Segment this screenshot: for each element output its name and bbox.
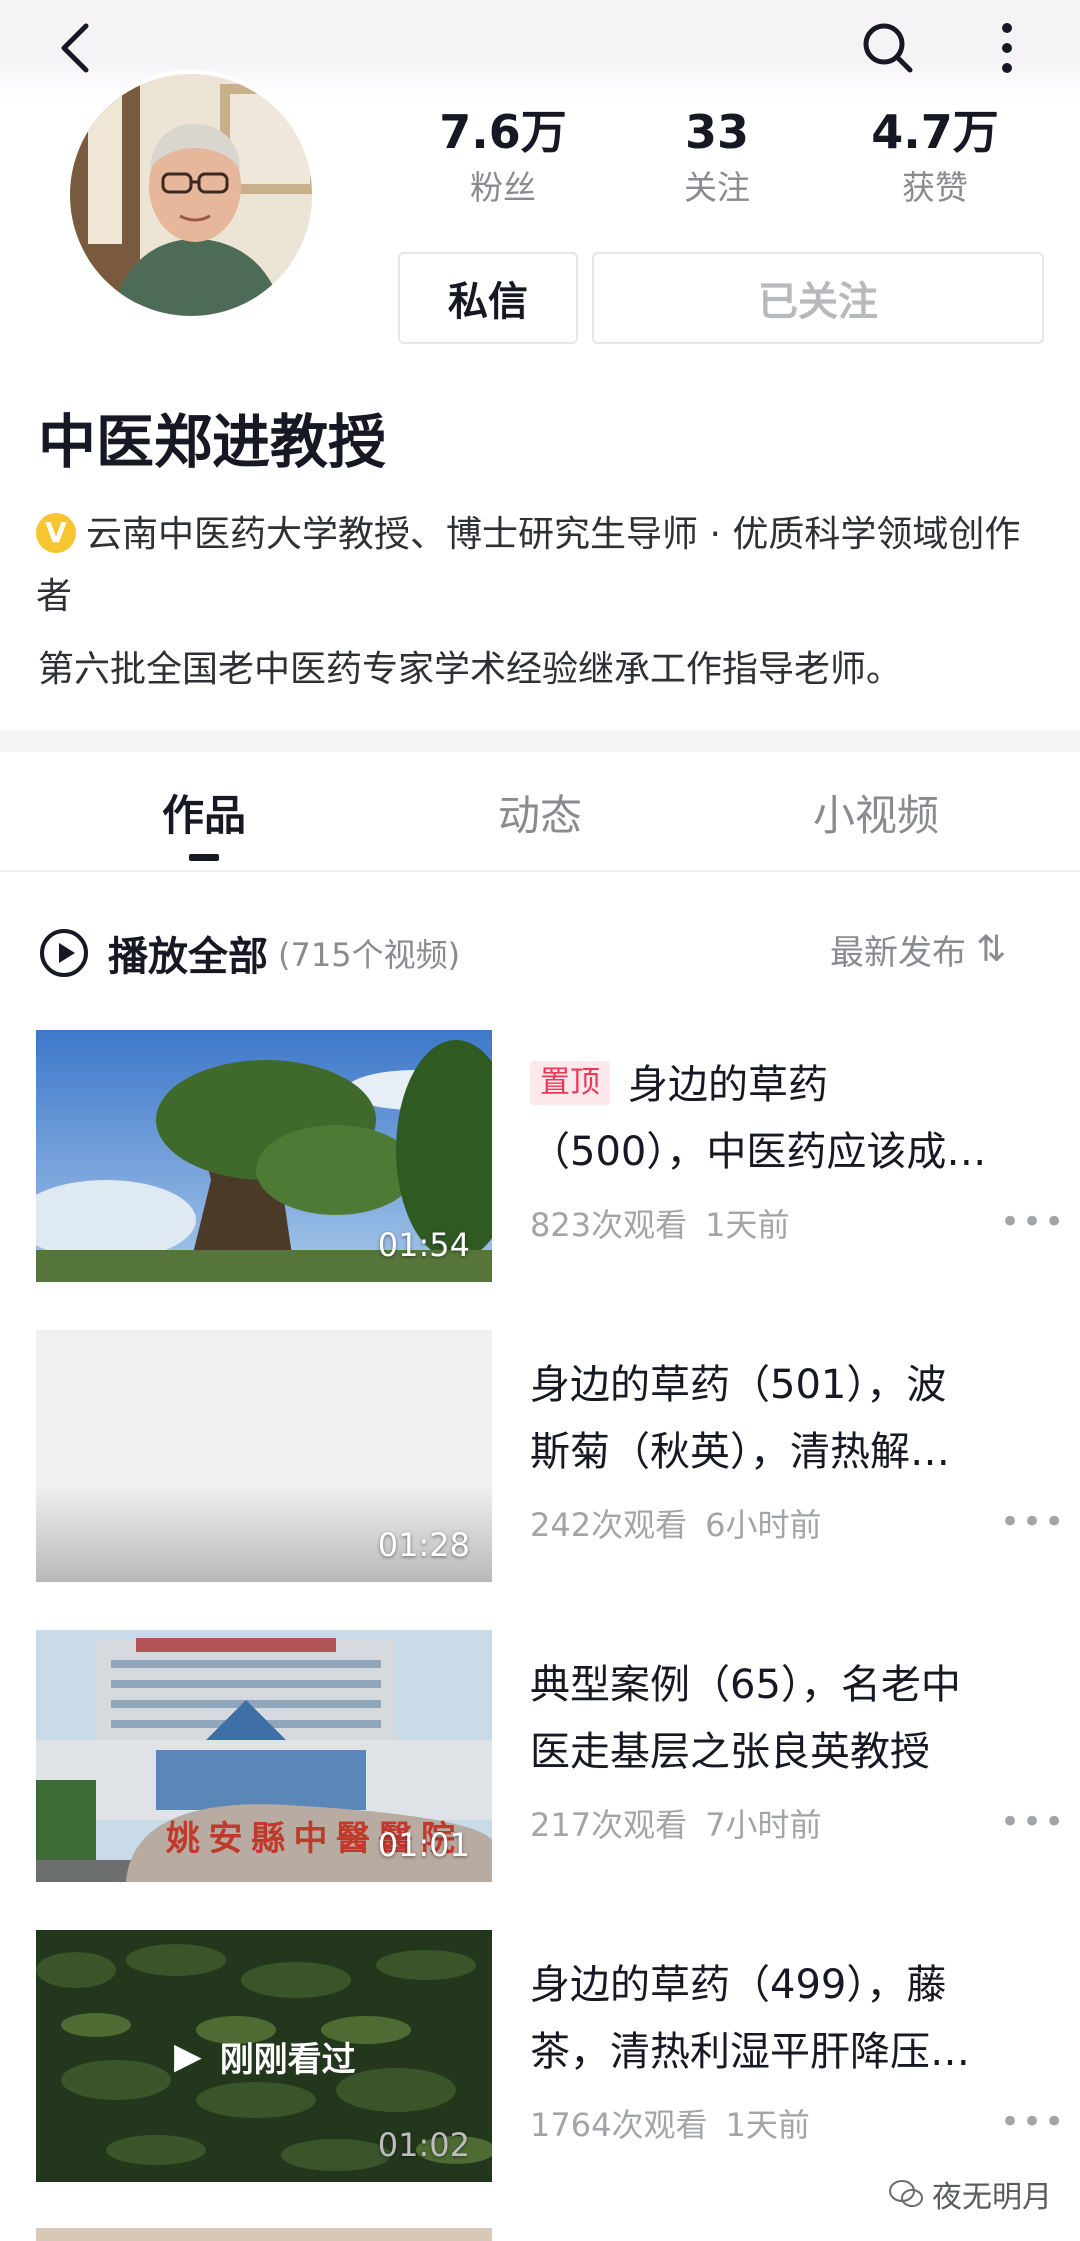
stat-fans[interactable]: 7.6万 粉丝 — [403, 104, 603, 210]
stat-likes[interactable]: 4.7万 获赞 — [835, 104, 1035, 210]
video-time: 1天前 — [725, 2106, 810, 2144]
sort-label: 最新发布 — [830, 933, 966, 973]
play-all-label: 播放全部 — [108, 934, 268, 980]
video-title-line: 茶，清热利湿平肝降压… — [530, 2029, 970, 2075]
followed-button[interactable]: 已关注 — [592, 252, 1044, 344]
play-all-button[interactable]: 播放全部 (715个视频) — [38, 918, 460, 988]
video-time: 6小时前 — [705, 1506, 822, 1544]
profile-bio: 第六批全国老中医药专家学术经验继承工作指导老师。 — [38, 649, 903, 690]
verification-info: V 云南中医药大学教授、博士研究生导师 · 优质科学领域创作者 — [36, 504, 1046, 628]
video-views: 217次观看 — [530, 1806, 688, 1844]
back-arrow-icon[interactable] — [48, 18, 108, 78]
video-title[interactable]: 置顶 身边的草药 （500），中医药应该成… — [530, 1052, 1042, 1186]
content-tabs: 作品 动态 小视频 — [0, 752, 1080, 872]
more-options-icon[interactable]: ••• — [1000, 1802, 1066, 1842]
message-button[interactable]: 私信 — [398, 252, 578, 344]
more-options-icon[interactable]: ••• — [1000, 1502, 1066, 1542]
stat-label: 粉丝 — [470, 168, 536, 207]
video-meta: 217次观看 7小时前 — [530, 1800, 821, 1846]
video-duration: 01:28 — [377, 1526, 470, 1564]
more-vertical-icon[interactable] — [982, 16, 1032, 80]
active-tab-indicator — [189, 854, 219, 861]
video-title-line: （500），中医药应该成… — [530, 1129, 987, 1175]
sort-icon: ⇅ — [976, 929, 1007, 970]
stat-label: 关注 — [684, 168, 750, 207]
play-circle-icon — [40, 929, 88, 977]
video-title-line: 医走基层之张良英教授 — [530, 1729, 930, 1775]
more-options-icon[interactable]: ••• — [1000, 1202, 1066, 1242]
video-item[interactable]: 01:28 身边的草药（501），波 斯菊（秋英），清热解… 242次观看 6小时… — [0, 1330, 1080, 1586]
tab-activity[interactable]: 动态 — [420, 782, 660, 843]
video-meta: 1764次观看 1天前 — [530, 2100, 810, 2146]
search-icon[interactable] — [856, 16, 920, 80]
video-title-line: 身边的草药 — [628, 1062, 828, 1108]
video-count: (715个视频) — [278, 936, 461, 974]
video-thumbnail[interactable]: 01:28 — [36, 1330, 492, 1582]
profile-name: 中医郑进教授 — [38, 408, 387, 476]
stat-value: 33 — [684, 105, 749, 159]
video-views: 823次观看 — [530, 1206, 688, 1244]
stat-label: 获赞 — [902, 168, 968, 207]
verification-text: 云南中医药大学教授、博士研究生导师 · 优质科学领域创作者 — [36, 514, 1021, 617]
watermark: 夜无明月 — [888, 2172, 1052, 2216]
stat-value: 7.6万 — [439, 105, 567, 159]
video-thumbnail[interactable]: 01:54 — [36, 1030, 492, 1282]
tab-short-videos[interactable]: 小视频 — [756, 782, 996, 843]
video-title[interactable]: 身边的草药（501），波 斯菊（秋英），清热解… — [530, 1352, 1042, 1486]
recently-watched-label: ▶ 刚刚看过 — [174, 2032, 356, 2081]
video-title[interactable]: 身边的草药（499），藤 茶，清热利湿平肝降压… — [530, 1952, 1042, 2086]
video-duration: 01:02 — [377, 2126, 470, 2164]
video-meta: 242次观看 6小时前 — [530, 1500, 821, 1546]
video-item[interactable]: 01:54 置顶 身边的草药 （500），中医药应该成… 823次观看 1天前 ••… — [0, 1030, 1080, 1286]
next-video-thumbnail-partial[interactable] — [36, 2228, 492, 2241]
video-title-line: 身边的草药（501），波 — [530, 1362, 947, 1408]
video-time: 1天前 — [705, 1206, 790, 1244]
section-divider — [0, 730, 1080, 752]
stat-following[interactable]: 33 关注 — [617, 104, 817, 210]
watermark-text: 夜无明月 — [932, 2180, 1052, 2215]
sort-dropdown[interactable]: 最新发布 ⇅ — [830, 925, 1006, 974]
stat-value: 4.7万 — [871, 105, 999, 159]
video-item[interactable]: ▶ 刚刚看过 01:02 身边的草药（499），藤 茶，清热利湿平肝降压… 17… — [0, 1930, 1080, 2186]
video-meta: 823次观看 1天前 — [530, 1200, 789, 1246]
video-time: 7小时前 — [705, 1806, 822, 1844]
video-title-line: 典型案例（65），名老中 — [530, 1662, 961, 1708]
more-options-icon[interactable]: ••• — [1000, 2102, 1066, 2142]
pinned-badge: 置顶 — [530, 1061, 610, 1105]
video-item[interactable]: 姚 安 縣 中 醫 醫 院 01:01 典型案例（65），名老中 医走基层之张良… — [0, 1630, 1080, 1886]
play-icon: ▶ — [174, 2036, 202, 2077]
tab-works[interactable]: 作品 — [84, 782, 324, 843]
video-views: 1764次观看 — [530, 2106, 708, 2144]
video-duration: 01:01 — [377, 1826, 470, 1864]
video-title[interactable]: 典型案例（65），名老中 医走基层之张良英教授 — [530, 1652, 1042, 1786]
video-thumbnail[interactable]: 姚 安 縣 中 醫 醫 院 01:01 — [36, 1630, 492, 1882]
recently-watched-text: 刚刚看过 — [219, 2040, 356, 2080]
video-title-line: 斯菊（秋英），清热解… — [530, 1429, 950, 1475]
video-duration: 01:54 — [377, 1226, 470, 1264]
video-views: 242次观看 — [530, 1506, 688, 1544]
wechat-icon — [889, 2180, 923, 2207]
verified-badge-icon: V — [36, 513, 76, 553]
video-thumbnail[interactable]: ▶ 刚刚看过 01:02 — [36, 1930, 492, 2182]
avatar-photo — [70, 74, 312, 316]
video-title-line: 身边的草药（499），藤 — [530, 1962, 947, 2008]
avatar[interactable] — [66, 70, 316, 320]
